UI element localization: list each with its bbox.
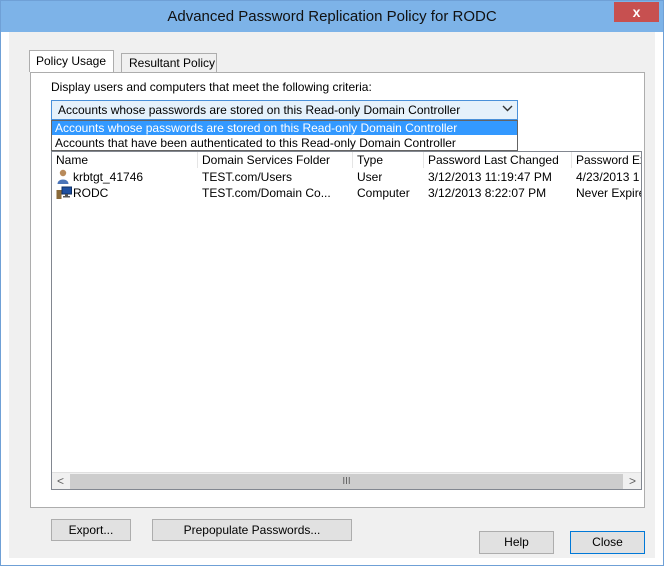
- close-window-button[interactable]: x: [614, 2, 659, 22]
- account-type: Computer: [357, 186, 410, 200]
- window-title: Advanced Password Replication Policy for…: [167, 8, 497, 25]
- account-name: krbtgt_41746: [73, 170, 144, 184]
- account-type: User: [357, 170, 383, 184]
- column-header-type[interactable]: Type: [353, 152, 424, 168]
- dialog-client-area: Policy Usage Resultant Policy Display us…: [9, 32, 655, 558]
- tab-policy-usage[interactable]: Policy Usage: [29, 50, 114, 72]
- horizontal-scrollbar[interactable]: < III >: [52, 472, 641, 489]
- criteria-combobox[interactable]: Accounts whose passwords are stored on t…: [51, 100, 518, 120]
- accounts-listview[interactable]: Name Domain Services Folder Type Passwor…: [51, 151, 642, 490]
- help-button[interactable]: Help: [479, 531, 554, 554]
- password-last-changed: 3/12/2013 8:22:07 PM: [428, 186, 547, 200]
- prepopulate-passwords-button[interactable]: Prepopulate Passwords...: [152, 519, 352, 541]
- title-bar[interactable]: Advanced Password Replication Policy for…: [1, 1, 663, 32]
- chevron-down-icon[interactable]: [502, 103, 513, 116]
- tab-panel: Display users and computers that meet th…: [30, 72, 645, 541]
- table-row[interactable]: krbtgt_41746 TEST.com/Users User 3/12/20…: [52, 169, 641, 185]
- dropdown-option-authenticated[interactable]: Accounts that have been authenticated to…: [52, 136, 517, 150]
- dropdown-option-stored[interactable]: Accounts whose passwords are stored on t…: [52, 121, 517, 135]
- table-row[interactable]: RODC TEST.com/Domain Co... Computer 3/12…: [52, 185, 641, 201]
- column-header-password-expires[interactable]: Password Ex: [572, 152, 641, 168]
- column-header-folder[interactable]: Domain Services Folder: [198, 152, 353, 168]
- computer-icon: [56, 185, 72, 201]
- scroll-left-button[interactable]: <: [52, 473, 69, 489]
- export-button[interactable]: Export...: [51, 519, 131, 541]
- domain-folder: TEST.com/Domain Co...: [202, 186, 331, 200]
- tab-resultant-policy[interactable]: Resultant Policy: [121, 53, 217, 72]
- account-name: RODC: [73, 186, 109, 200]
- password-last-changed: 3/12/2013 11:19:47 PM: [428, 170, 552, 184]
- user-icon: [56, 169, 72, 185]
- dialog-window: Advanced Password Replication Policy for…: [0, 0, 664, 566]
- column-header-name[interactable]: Name: [52, 152, 198, 168]
- column-header-password-changed[interactable]: Password Last Changed: [424, 152, 572, 168]
- domain-folder: TEST.com/Users: [202, 170, 293, 184]
- scroll-right-button[interactable]: >: [624, 473, 641, 489]
- password-expires: Never Expire: [576, 186, 641, 200]
- close-button[interactable]: Close: [570, 531, 645, 554]
- scrollbar-grip-icon: III: [342, 476, 351, 487]
- criteria-label: Display users and computers that meet th…: [51, 80, 372, 94]
- criteria-dropdown-list: Accounts whose passwords are stored on t…: [51, 120, 518, 151]
- scrollbar-thumb[interactable]: III: [70, 474, 623, 489]
- password-expires: 4/23/2013 1: [576, 170, 640, 184]
- criteria-selected-value: Accounts whose passwords are stored on t…: [58, 103, 461, 117]
